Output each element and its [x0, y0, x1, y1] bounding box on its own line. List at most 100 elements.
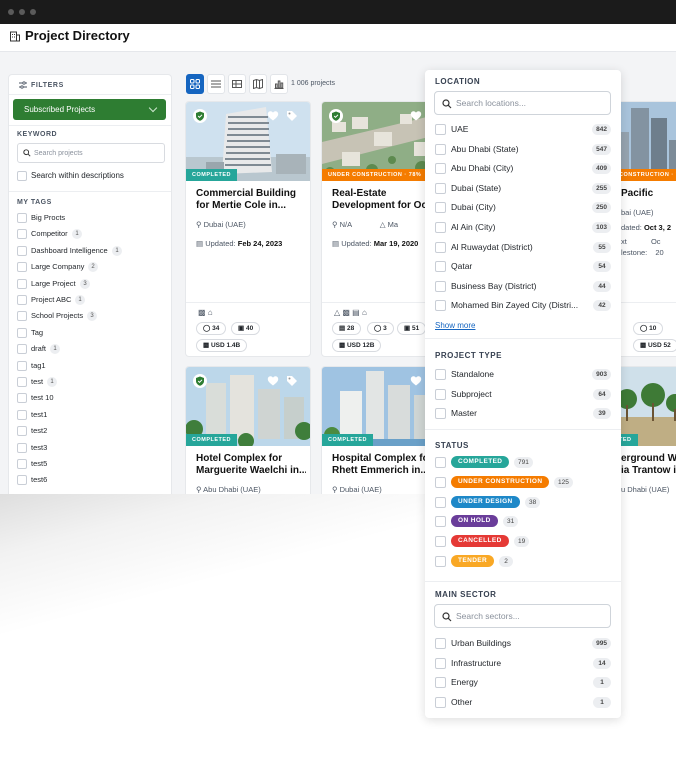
checkbox[interactable] [435, 369, 446, 380]
card-title: Hospital Complex for Rhett Emmerich in..… [332, 453, 430, 477]
filter-option[interactable]: Abu Dhabi (State) 547 [435, 142, 611, 156]
option-count: 103 [592, 222, 611, 233]
checkbox[interactable] [17, 360, 27, 371]
filter-option[interactable]: Dubai (State) 255 [435, 181, 611, 195]
checkbox[interactable] [17, 229, 27, 240]
project-card[interactable]: COMPLETED Hospital Complex for Rhett Emm… [321, 366, 431, 494]
status-option[interactable]: COMPLETED 791 [435, 455, 611, 469]
filter-option[interactable]: Standalone 903 [435, 367, 611, 381]
tag-icon[interactable] [286, 110, 298, 122]
checkbox[interactable] [17, 475, 27, 486]
checkbox[interactable] [435, 496, 446, 508]
checkbox[interactable] [435, 638, 446, 649]
checkbox[interactable] [435, 163, 446, 175]
window-dot-maximize[interactable] [30, 9, 36, 15]
checkbox[interactable] [435, 143, 446, 155]
heart-icon[interactable] [410, 375, 422, 387]
filter-option[interactable]: Abu Dhabi (City) 409 [435, 161, 611, 175]
map-view-button[interactable] [249, 74, 267, 94]
card-title-line1: erground Wo [621, 453, 676, 464]
status-option[interactable]: UNDER DESIGN 38 [435, 495, 611, 509]
filter-option[interactable]: Qatar 54 [435, 259, 611, 273]
filter-option[interactable]: Master 39 [435, 406, 611, 420]
checkbox[interactable] [435, 300, 446, 312]
checkbox[interactable] [17, 409, 27, 420]
checkbox[interactable] [435, 536, 446, 548]
filter-option[interactable]: Al Ain (City) 103 [435, 220, 611, 234]
checkbox[interactable] [435, 202, 446, 214]
window-dot-close[interactable] [8, 9, 14, 15]
tag-icon[interactable] [286, 375, 298, 387]
checkbox[interactable] [17, 442, 27, 453]
metric-value: 10 [649, 325, 657, 332]
subscribed-projects-select[interactable]: Subscribed Projects [13, 99, 166, 120]
checkbox[interactable] [17, 295, 27, 305]
filter-option[interactable]: Urban Buildings 995 [435, 636, 611, 650]
checkbox[interactable] [17, 426, 27, 437]
filter-option[interactable]: Other 1 [435, 695, 611, 709]
project-card[interactable]: COMPLETED Hotel Complex for Marguerite W… [185, 366, 311, 494]
chart-view-button[interactable] [270, 74, 288, 94]
keyword-search-input[interactable]: Search projects [17, 143, 165, 163]
grid-view-button[interactable] [186, 74, 204, 94]
checkbox[interactable] [17, 311, 27, 322]
heart-icon[interactable] [410, 110, 422, 122]
filter-option[interactable]: UAE 842 [435, 122, 611, 136]
checkbox[interactable] [435, 457, 446, 468]
status-option[interactable]: ON HOLD 31 [435, 514, 611, 528]
checkbox[interactable] [17, 278, 27, 289]
checkbox[interactable] [17, 327, 27, 338]
checkbox[interactable] [435, 516, 446, 528]
table-view-icon [232, 80, 242, 88]
filter-option[interactable]: Energy 1 [435, 675, 611, 689]
checkbox[interactable] [17, 213, 27, 223]
heart-icon[interactable] [267, 110, 279, 122]
checkbox[interactable] [17, 344, 27, 355]
checkbox[interactable] [17, 393, 27, 404]
status-option[interactable]: CANCELLED 19 [435, 534, 611, 548]
checkbox[interactable] [435, 677, 446, 689]
checkbox[interactable] [435, 222, 446, 233]
checkbox[interactable] [17, 245, 27, 256]
project-card[interactable]: UNDER CONSTRUCTION · 78% Real-Estate Dev… [321, 101, 431, 357]
filter-option[interactable]: Infrastructure 14 [435, 656, 611, 670]
status-option[interactable]: UNDER CONSTRUCTION 125 [435, 475, 611, 489]
metric-value: 34 [212, 325, 220, 332]
checkbox[interactable] [435, 280, 446, 292]
list-view-button[interactable] [207, 74, 225, 94]
show-more-link[interactable]: Show more [435, 321, 475, 330]
location-search-input[interactable]: Search locations... [434, 91, 611, 115]
checkbox[interactable] [435, 556, 446, 567]
checkbox[interactable] [435, 388, 446, 400]
project-card[interactable]: COMPLETED Commercial Building for Mertie… [185, 101, 311, 357]
filter-option[interactable]: Dubai (City) 250 [435, 200, 611, 214]
checkbox[interactable] [435, 476, 446, 488]
filter-option[interactable]: Al Ruwaydat (District) 55 [435, 240, 611, 254]
checkbox[interactable] [435, 241, 446, 253]
checkbox[interactable] [435, 182, 446, 194]
project-card[interactable]: CONSTRUCTION · 7 Pacific bai (UAE) dated… [612, 101, 676, 357]
table-view-button[interactable] [228, 74, 246, 94]
checkbox[interactable] [17, 377, 27, 387]
checkbox[interactable] [17, 262, 27, 273]
sector-search-input[interactable]: Search sectors... [434, 604, 611, 628]
checkbox[interactable] [435, 696, 446, 708]
checkbox[interactable] [435, 657, 446, 669]
checkbox[interactable] [435, 408, 446, 420]
grid-view-icon [190, 79, 200, 89]
card-title-line2: for Mertie Cole in... [196, 200, 287, 211]
heart-icon[interactable] [267, 375, 279, 387]
filters-title: FILTERS [31, 81, 64, 89]
checkbox[interactable] [435, 261, 446, 273]
status-count: 125 [554, 476, 573, 488]
metric-chip: ◯ 34 [196, 322, 227, 335]
filter-option[interactable]: Mohamed Bin Zayed City (Distri... 42 [435, 298, 611, 312]
project-card[interactable]: TED erground Wo ia Trantow in u Dhabi (U… [612, 366, 676, 494]
checkbox[interactable] [17, 171, 27, 181]
checkbox[interactable] [17, 459, 27, 469]
window-dot-minimize[interactable] [19, 9, 25, 15]
filter-option[interactable]: Subproject 64 [435, 387, 611, 401]
status-option[interactable]: TENDER 2 [435, 554, 611, 568]
filter-option[interactable]: Business Bay (District) 44 [435, 279, 611, 293]
checkbox[interactable] [435, 124, 446, 135]
